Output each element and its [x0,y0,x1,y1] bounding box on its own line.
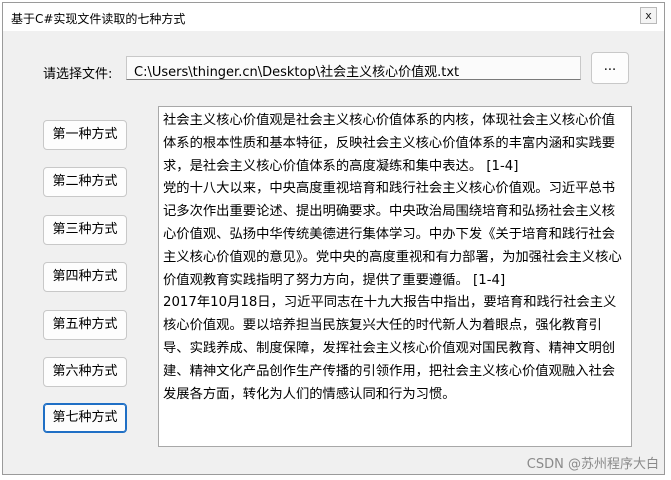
method-6-button[interactable]: 第六种方式 [43,357,127,387]
content-paragraph: 社会主义核心价值观是社会主义核心价值体系的内核，体现社会主义核心价值体系的根本性… [163,113,616,174]
method-2-button[interactable]: 第二种方式 [43,167,127,197]
method-4-button[interactable]: 第四种方式 [43,262,127,292]
app-window: 基于C#实现文件读取的七种方式 x 请选择文件: C:\Users\thinge… [2,2,665,475]
browse-button[interactable]: ... [591,52,629,84]
content-paragraph: 2017年10月18日，习近平同志在十九大报告中指出，要培育和践行社会主义核心价… [163,295,617,402]
method-3-button[interactable]: 第三种方式 [43,215,127,245]
file-label: 请选择文件: [43,67,113,82]
method-5-button[interactable]: 第五种方式 [43,310,127,340]
watermark: CSDN @苏州程序大白 [526,457,659,472]
method-7-button[interactable]: 第七种方式 [43,403,127,433]
file-path-field[interactable]: C:\Users\thinger.cn\Desktop\社会主义核心价值观.tx… [126,56,581,80]
title-bar: 基于C#实现文件读取的七种方式 x [3,3,664,31]
method-1-button[interactable]: 第一种方式 [43,120,127,150]
close-button[interactable]: x [640,7,657,24]
window-title: 基于C#实现文件读取的七种方式 [11,12,186,26]
content-paragraph: 党的十八大以来，中央高度重视培育和践行社会主义核心价值观。习近平总书记多次作出重… [163,181,622,288]
file-content-textbox[interactable]: 社会主义核心价值观是社会主义核心价值体系的内核，体现社会主义核心价值体系的根本性… [158,106,632,447]
